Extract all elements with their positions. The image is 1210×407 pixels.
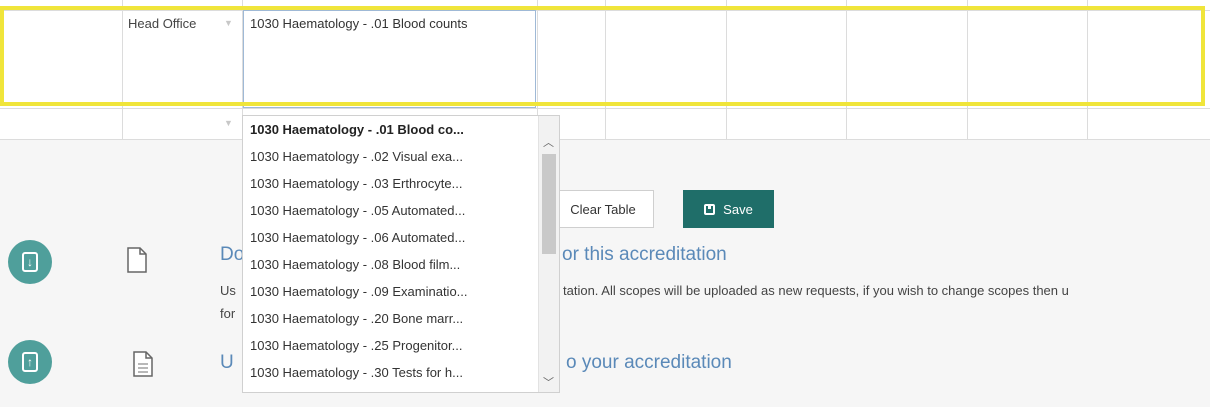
dropdown-option[interactable]: 1030 Haematology - .03 Erthrocyte... (250, 176, 462, 191)
file-icon (127, 247, 147, 273)
scope-dropdown-list[interactable]: 1030 Haematology - .01 Blood co... 1030 … (242, 115, 560, 393)
save-button[interactable]: Save (683, 190, 774, 228)
download-text-start: Us (220, 283, 236, 298)
dropdown-scrollbar[interactable]: ︿ ﹀ (538, 116, 559, 392)
save-disk-icon (704, 203, 716, 215)
dropdown-option[interactable]: 1030 Haematology - .20 Bone marr... (250, 311, 463, 326)
row-highlight (0, 6, 1205, 106)
dropdown-option[interactable]: 1030 Haematology - .30 Tests for h... (250, 365, 463, 380)
document-icon (133, 351, 153, 377)
clear-table-button[interactable]: Clear Table (552, 190, 654, 228)
dropdown-option[interactable]: 1030 Haematology - .08 Blood film... (250, 257, 460, 272)
scrollbar-thumb[interactable] (542, 154, 556, 254)
dropdown-option[interactable]: 1030 Haematology - .09 Examinatio... (250, 284, 468, 299)
chevron-down-icon[interactable]: ▼ (224, 118, 233, 128)
dropdown-option[interactable]: 1030 Haematology - .25 Progenitor... (250, 338, 462, 353)
chevron-up-icon[interactable]: ︿ (543, 134, 554, 150)
dropdown-option[interactable]: 1030 Haematology - .05 Automated... (250, 203, 465, 218)
dropdown-option[interactable]: 1030 Haematology - .06 Automated... (250, 230, 465, 245)
upload-icon[interactable]: ↑ (8, 340, 52, 384)
clear-table-label: Clear Table (570, 201, 636, 217)
download-heading-start: Do (220, 244, 245, 265)
download-icon[interactable]: ↓ (8, 240, 52, 284)
save-label: Save (723, 201, 753, 217)
download-heading-end[interactable]: or this accreditation (562, 244, 727, 266)
download-text-end: tation. All scopes will be uploaded as n… (563, 283, 1069, 298)
upload-heading-start: U (220, 352, 234, 373)
upload-heading-end[interactable]: o your accreditation (566, 352, 732, 374)
chevron-down-icon[interactable]: ﹀ (543, 374, 554, 390)
download-text-line2: for (220, 306, 236, 321)
dropdown-option[interactable]: 1030 Haematology - .01 Blood co... (250, 122, 464, 137)
dropdown-option[interactable]: 1030 Haematology - .02 Visual exa... (250, 149, 463, 164)
